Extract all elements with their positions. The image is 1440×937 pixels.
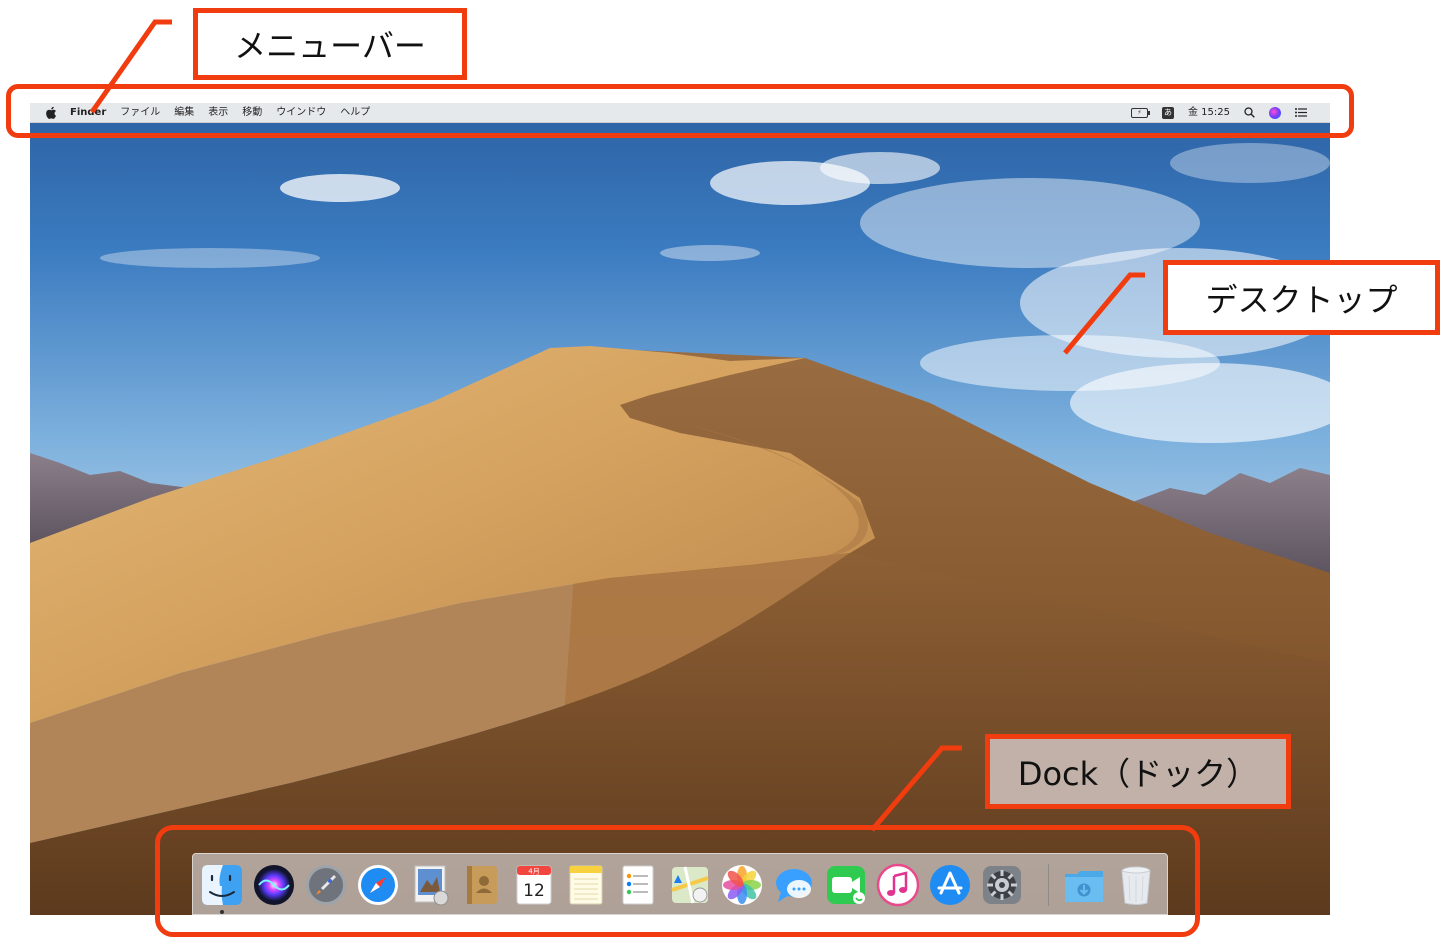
dock-highlight-frame [155,825,1200,937]
desktop-annotation-label: デスクトップ [1163,260,1440,335]
desktop-annotation-text: デスクトップ [1205,280,1398,319]
annotated-screenshot: Finder ファイル 編集 表示 移動 ウインドウ ヘルプ ⚡ あ 金 15:… [0,0,1440,937]
menubar-annotation-text: メニューバー [234,27,426,65]
menubar-annotation-label: メニューバー [193,8,467,80]
dock-annotation-text: Dock（ドック） [1017,754,1259,793]
menubar-highlight-frame [6,84,1354,138]
dock-annotation-label: Dock（ドック） [985,734,1291,809]
